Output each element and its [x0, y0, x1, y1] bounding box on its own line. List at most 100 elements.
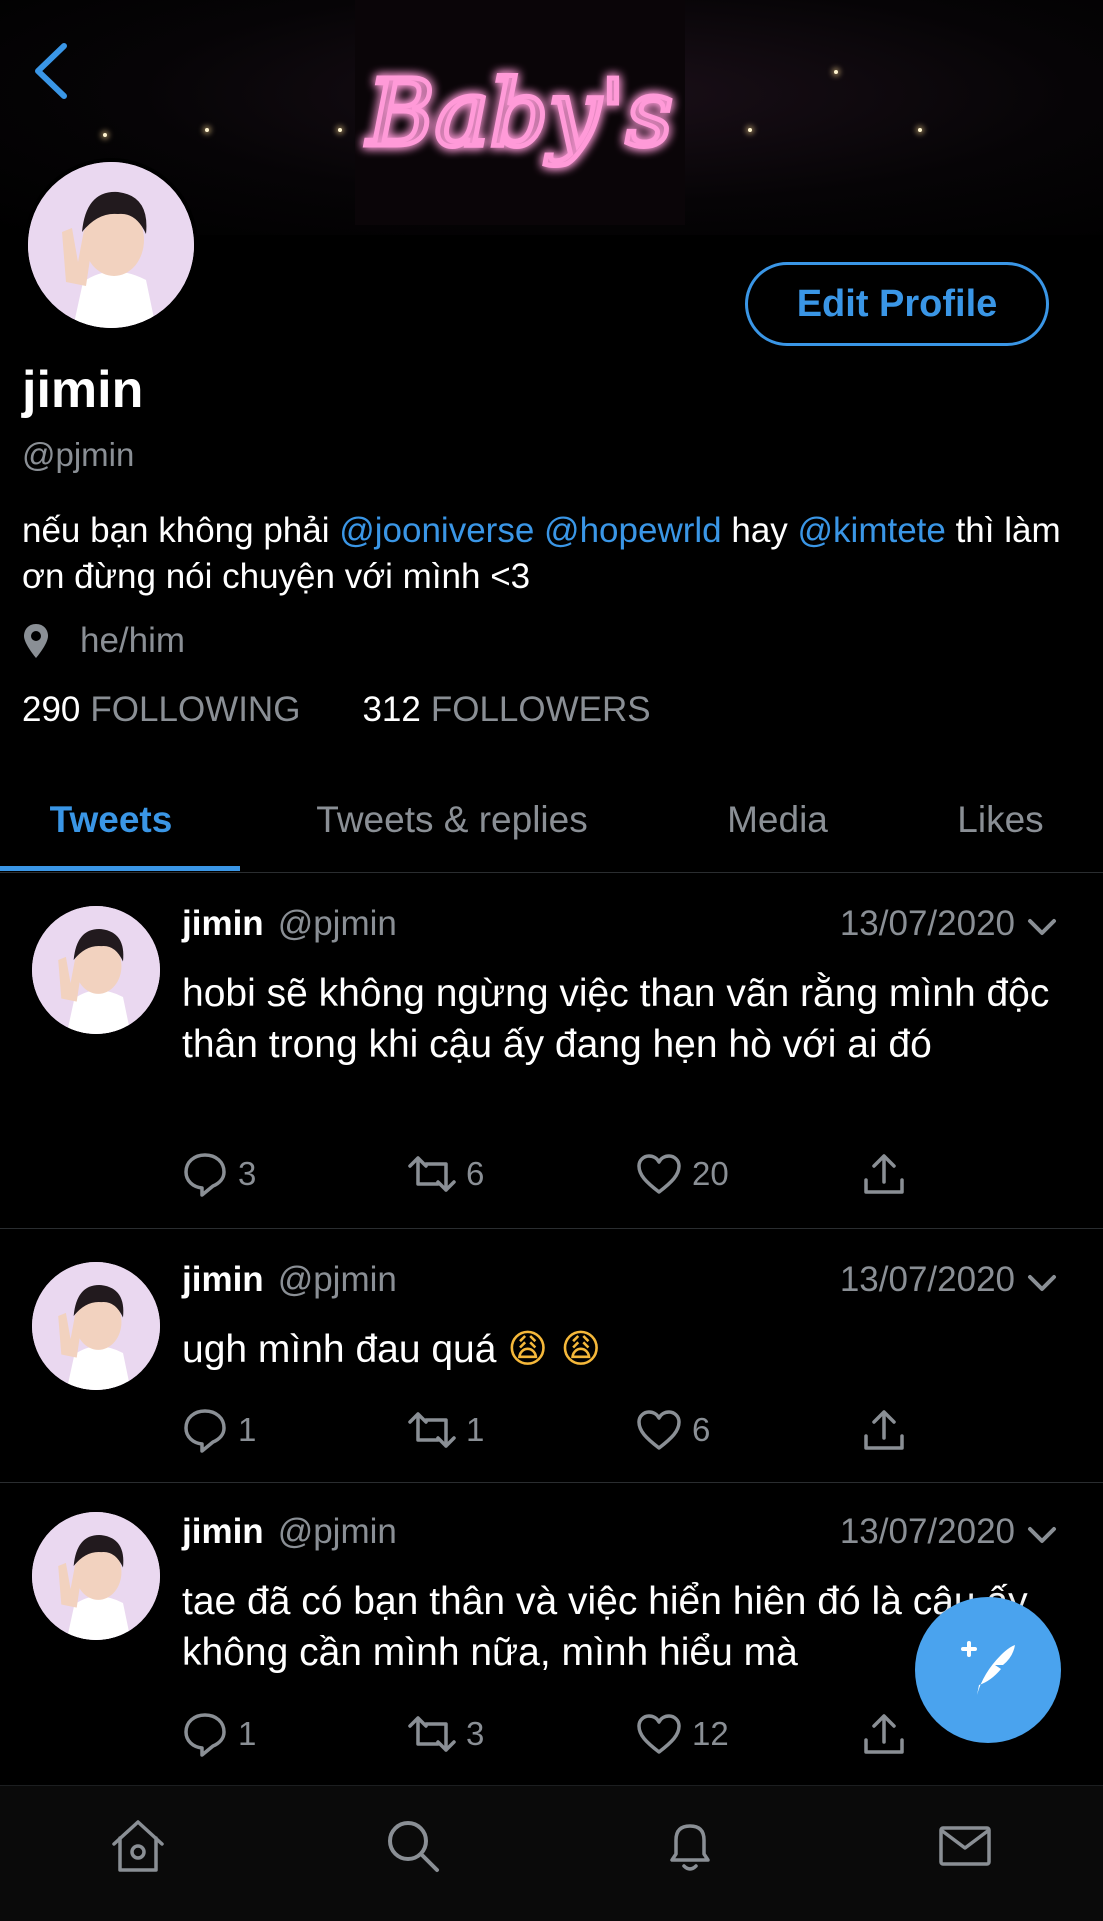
banner-light: [748, 128, 752, 132]
tweet-author-name[interactable]: jimin: [182, 1512, 264, 1552]
bottom-nav: [0, 1785, 1103, 1921]
bio-mention-link[interactable]: @hopewrld: [544, 511, 722, 550]
active-tab-indicator: [0, 866, 240, 871]
share-icon: [864, 1154, 904, 1194]
avatar-image: [32, 1262, 160, 1390]
reply-icon: [184, 1153, 226, 1197]
tweet-date: 13/07/2020: [839, 1260, 1015, 1299]
banner-light: [205, 128, 209, 132]
location-text: he/him: [80, 621, 186, 660]
tweet-header: jimin @pjmin: [182, 1512, 397, 1558]
profile-display-name: jimin: [22, 361, 144, 419]
notifications-icon[interactable]: [660, 1816, 720, 1876]
tab-tweets-and-replies[interactable]: Tweets & replies: [282, 770, 622, 870]
like-button[interactable]: 20: [636, 1148, 729, 1200]
retweet-button[interactable]: 6: [408, 1148, 484, 1200]
tweet-actions: 1 3 12: [182, 1708, 922, 1760]
chevron-down-icon[interactable]: [1025, 1518, 1059, 1552]
tweet-avatar[interactable]: [32, 906, 160, 1034]
tweet-actions: 3 6 20: [182, 1148, 922, 1200]
tweet-header: jimin @pjmin: [182, 904, 397, 950]
tweet[interactable]: jimin @pjmin 13/07/2020 hobi sẽ không ng…: [0, 872, 1103, 1229]
profile-bio: nếu bạn không phải @jooniverse @hopewrld…: [22, 508, 1082, 600]
tweet-author-handle: @pjmin: [277, 1260, 397, 1299]
tweet-author-name[interactable]: jimin: [182, 1260, 264, 1300]
retweet-count: 3: [466, 1715, 485, 1752]
retweet-icon: [408, 1412, 456, 1448]
tweet-emoji: 😩 😩: [507, 1327, 601, 1372]
banner-light: [918, 128, 922, 132]
tweet-date: 13/07/2020: [839, 1512, 1015, 1551]
share-button[interactable]: [862, 1148, 916, 1200]
tweet-date: 13/07/2020: [839, 904, 1015, 943]
share-button[interactable]: [862, 1708, 916, 1760]
retweet-count: 6: [466, 1155, 485, 1192]
share-icon: [864, 1714, 904, 1754]
tweet-actions: 1 1 6: [182, 1404, 922, 1456]
reply-icon: [184, 1713, 226, 1757]
following-stat[interactable]: 290 FOLLOWING: [22, 690, 300, 730]
followers-count: 312: [362, 690, 421, 729]
profile-handle: @pjmin: [22, 436, 135, 473]
search-icon[interactable]: [383, 1816, 443, 1876]
tweet-text: ugh mình đau quá 😩 😩: [182, 1324, 1062, 1375]
tweet-avatar[interactable]: [32, 1262, 160, 1390]
bio-text: [534, 511, 544, 550]
followers-stat[interactable]: 312 FOLLOWERS: [362, 690, 650, 730]
reply-icon: [184, 1409, 226, 1453]
reply-count: 3: [238, 1155, 257, 1192]
messages-icon[interactable]: [935, 1816, 995, 1876]
tab-media[interactable]: Media: [700, 770, 855, 870]
retweet-icon: [408, 1716, 456, 1752]
following-label: FOLLOWING: [90, 690, 301, 729]
bio-mention-link[interactable]: @jooniverse: [339, 511, 534, 550]
like-button[interactable]: 6: [636, 1404, 710, 1456]
avatar-image: [32, 906, 160, 1034]
avatar-image: [28, 162, 194, 328]
tweet-text-content: ugh mình đau quá: [182, 1328, 497, 1371]
reply-count: 1: [238, 1715, 257, 1752]
compose-tweet-button[interactable]: [915, 1597, 1061, 1743]
followers-label: FOLLOWERS: [430, 690, 651, 729]
retweet-count: 1: [466, 1411, 485, 1448]
chevron-down-icon[interactable]: [1025, 1266, 1059, 1300]
neon-sign-text: Baby's: [365, 60, 673, 167]
reply-button[interactable]: 3: [182, 1148, 256, 1200]
tab-likes[interactable]: Likes: [928, 770, 1073, 870]
tweet-text: hobi sẽ không ngừng việc than vãn rằng m…: [182, 972, 1050, 1066]
bio-mention-link[interactable]: @kimtete: [798, 511, 946, 550]
retweet-button[interactable]: 1: [408, 1404, 484, 1456]
heart-icon: [637, 1410, 681, 1450]
heart-icon: [637, 1714, 681, 1754]
profile-tabs: Tweets Tweets & replies Media Likes: [0, 770, 1103, 873]
banner-light: [834, 70, 838, 74]
avatar-image: [32, 1512, 160, 1640]
bio-text: hay: [721, 511, 798, 550]
like-count: 6: [692, 1411, 711, 1448]
compose-tweet-icon: [961, 1641, 1015, 1695]
chevron-left-icon[interactable]: [30, 40, 74, 102]
chevron-down-icon[interactable]: [1025, 910, 1059, 944]
home-icon[interactable]: [108, 1816, 168, 1876]
banner-light: [338, 128, 342, 132]
reply-button[interactable]: 1: [182, 1708, 256, 1760]
profile-location: he/him: [22, 616, 185, 666]
location-pin-icon: [24, 624, 48, 658]
edit-profile-button[interactable]: Edit Profile: [745, 262, 1049, 346]
tweet-author-name[interactable]: jimin: [182, 904, 264, 944]
retweet-icon: [408, 1156, 456, 1192]
profile-avatar[interactable]: [24, 158, 198, 332]
neon-sign: Baby's: [355, 0, 685, 225]
tab-tweets[interactable]: Tweets: [0, 770, 222, 870]
tweet[interactable]: jimin @pjmin 13/07/2020 ugh mình đau quá…: [0, 1228, 1103, 1483]
tweet-header: jimin @pjmin: [182, 1260, 397, 1306]
share-button[interactable]: [862, 1404, 916, 1456]
like-count: 20: [692, 1155, 729, 1192]
like-button[interactable]: 12: [636, 1708, 729, 1760]
banner-light: [103, 133, 107, 137]
retweet-button[interactable]: 3: [408, 1708, 484, 1760]
reply-button[interactable]: 1: [182, 1404, 256, 1456]
following-count: 290: [22, 690, 81, 729]
tweet-avatar[interactable]: [32, 1512, 160, 1640]
bio-text: nếu bạn không phải: [22, 511, 340, 550]
